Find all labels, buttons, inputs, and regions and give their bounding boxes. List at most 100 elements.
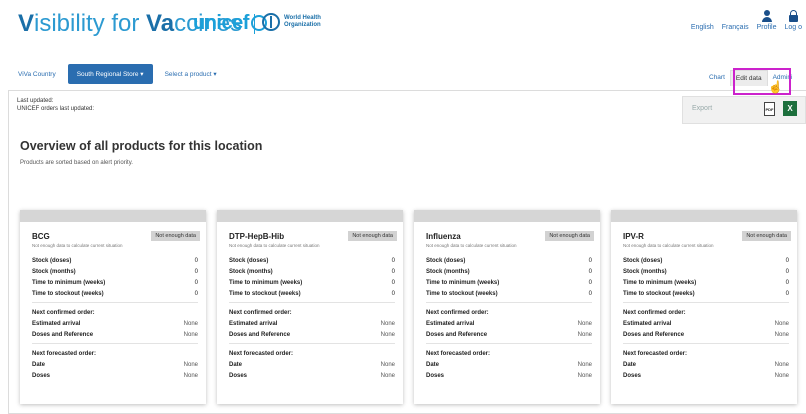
card-header-bar	[217, 210, 403, 222]
doses-reference-row-value: None	[183, 331, 198, 338]
product-card[interactable]: IPV-R Not enough data Not enough data to…	[611, 210, 797, 404]
stock-doses-row: Stock (doses) 0	[426, 255, 592, 266]
stock-doses-row-label: Stock (doses)	[229, 257, 269, 264]
country-link[interactable]: ViVa Country	[14, 67, 60, 82]
stock-doses-row-label: Stock (doses)	[623, 257, 663, 264]
card-header-bar	[414, 210, 600, 222]
doses-reference-row-label: Doses and Reference	[623, 331, 685, 338]
doses-reference-row: Doses and Reference None	[229, 329, 395, 340]
title-part-1: isibility for	[34, 10, 147, 37]
card-header-bar	[611, 210, 797, 222]
user-icon	[761, 10, 772, 22]
doses-reference-row-value: None	[577, 331, 592, 338]
divider	[32, 302, 198, 303]
status-note: Not enough data to calculate current sit…	[426, 243, 517, 248]
estimated-arrival-row-value: None	[774, 320, 789, 327]
product-card[interactable]: DTP-HepB-Hib Not enough data Not enough …	[217, 210, 403, 404]
stock-doses-row-value: 0	[194, 257, 198, 264]
store-dropdown[interactable]: South Regional Store ▾	[67, 64, 153, 84]
next-confirmed-title: Next confirmed order:	[229, 309, 292, 316]
time-to-stockout-row-value: 0	[194, 290, 198, 297]
stock-months-row: Stock (months) 0	[32, 266, 198, 277]
estimated-arrival-row-label: Estimated arrival	[32, 320, 81, 327]
divider	[229, 343, 395, 344]
excel-export-icon[interactable]: X	[783, 101, 797, 116]
divider	[623, 343, 789, 344]
status-note: Not enough data to calculate current sit…	[229, 243, 320, 248]
stock-doses-row-value: 0	[785, 257, 789, 264]
doses-reference-row: Doses and Reference None	[426, 329, 592, 340]
logout-label: Log o	[784, 24, 802, 31]
doses-reference-row-value: None	[380, 331, 395, 338]
next-confirmed-title: Next confirmed order:	[426, 309, 489, 316]
profile-label: Profile	[756, 24, 777, 31]
who-logo: World Health Organization	[262, 13, 321, 31]
forecast-date-row-label: Date	[426, 361, 440, 368]
forecast-date-row: Date None	[32, 359, 198, 370]
stock-months-row-label: Stock (months)	[426, 268, 470, 275]
breadcrumb: ViVa Country South Regional Store ▾ Sele…	[14, 64, 221, 84]
stock-doses-row-value: 0	[588, 257, 592, 264]
forecast-date-row-value: None	[577, 361, 592, 368]
divider	[229, 302, 395, 303]
time-to-minimum-row: Time to minimum (weeks) 0	[426, 277, 592, 288]
page-title: Overview of all products for this locati…	[20, 139, 263, 153]
export-label: Export	[692, 105, 713, 112]
estimated-arrival-row: Estimated arrival None	[32, 318, 198, 329]
stock-section: Stock (doses) 0 Stock (months) 0 Time to m…	[623, 255, 789, 381]
forecast-doses-row-value: None	[183, 372, 198, 379]
forecast-doses-row-label: Doses	[426, 372, 445, 379]
title-v: V	[18, 10, 35, 37]
time-to-stockout-row-label: Time to stockout (weeks)	[426, 290, 498, 297]
stock-doses-row-label: Stock (doses)	[32, 257, 72, 264]
time-to-stockout-row-label: Time to stockout (weeks)	[32, 290, 104, 297]
next-forecasted-title: Next forecasted order:	[426, 350, 491, 357]
stock-months-row: Stock (months) 0	[426, 266, 592, 277]
language-english-link[interactable]: English	[691, 24, 714, 31]
doses-reference-row: Doses and Reference None	[32, 329, 198, 340]
language-french-link[interactable]: Français	[722, 24, 749, 31]
forecast-doses-row-value: None	[380, 372, 395, 379]
product-name: IPV-R	[623, 232, 644, 241]
product-name: Influenza	[426, 232, 461, 241]
who-line-2: Organization	[284, 22, 321, 28]
product-dropdown[interactable]: Select a product ▾	[161, 66, 221, 82]
forecast-doses-row: Doses None	[229, 370, 395, 381]
forecast-doses-row-value: None	[774, 372, 789, 379]
forecast-doses-row-label: Doses	[623, 372, 642, 379]
tab-chart[interactable]: Chart	[704, 70, 730, 86]
forecast-date-row-label: Date	[623, 361, 637, 368]
forecast-doses-row-label: Doses	[229, 372, 248, 379]
forecast-doses-row: Doses None	[426, 370, 592, 381]
status-badge: Not enough data	[742, 231, 791, 241]
time-to-stockout-row-label: Time to stockout (weeks)	[229, 290, 301, 297]
doses-reference-row: Doses and Reference None	[623, 329, 789, 340]
time-to-minimum-row-label: Time to minimum (weeks)	[426, 279, 500, 286]
forecast-date-row: Date None	[623, 359, 789, 370]
logout-button[interactable]: Log o	[784, 10, 802, 31]
unicef-logo: unicef	[193, 12, 267, 35]
stock-doses-row-value: 0	[391, 257, 395, 264]
forecast-doses-row-label: Doses	[32, 372, 51, 379]
time-to-stockout-row-value: 0	[391, 290, 395, 297]
estimated-arrival-row-label: Estimated arrival	[426, 320, 475, 327]
time-to-minimum-row: Time to minimum (weeks) 0	[32, 277, 198, 288]
estimated-arrival-row-value: None	[183, 320, 198, 327]
who-emblem-icon	[262, 13, 280, 31]
profile-button[interactable]: Profile	[756, 10, 777, 31]
pdf-export-icon[interactable]: PDF	[764, 102, 775, 116]
doses-reference-row-label: Doses and Reference	[229, 331, 291, 338]
product-card[interactable]: BCG Not enough data Not enough data to c…	[20, 210, 206, 404]
product-card[interactable]: Influenza Not enough data Not enough dat…	[414, 210, 600, 404]
time-to-stockout-row: Time to stockout (weeks) 0	[623, 288, 789, 299]
stock-months-row: Stock (months) 0	[229, 266, 395, 277]
forecast-doses-row: Doses None	[32, 370, 198, 381]
stock-doses-row: Stock (doses) 0	[623, 255, 789, 266]
next-forecasted-title: Next forecasted order:	[623, 350, 688, 357]
estimated-arrival-row: Estimated arrival None	[229, 318, 395, 329]
who-line-1: World Health	[284, 15, 321, 21]
forecast-doses-row: Doses None	[623, 370, 789, 381]
logo-divider	[254, 14, 255, 34]
estimated-arrival-row-label: Estimated arrival	[229, 320, 278, 327]
time-to-minimum-row-value: 0	[194, 279, 198, 286]
